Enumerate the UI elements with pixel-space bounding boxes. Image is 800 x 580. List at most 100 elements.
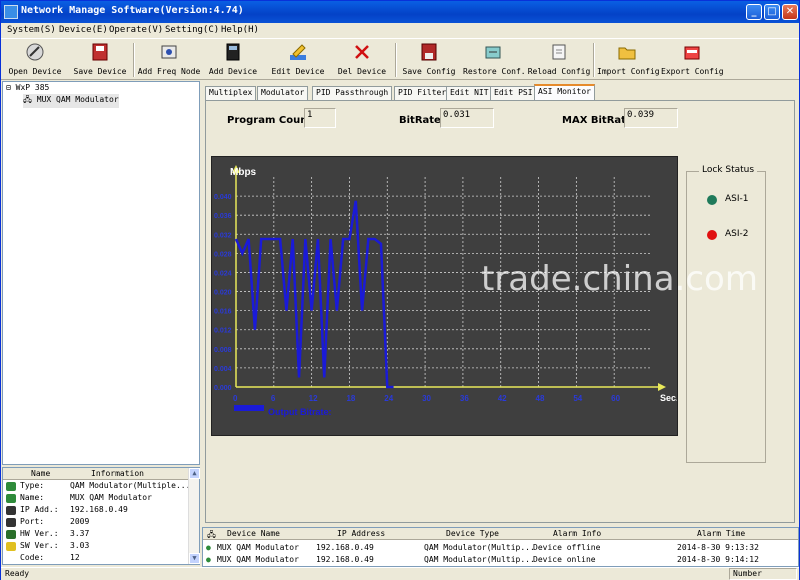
maximize-button[interactable]: □ [764,4,780,20]
info-header: Name Information [3,468,189,480]
info-row[interactable]: SW Ver.: 3.03 [3,541,189,552]
tab-asi-monitor[interactable]: ASI Monitor [534,84,595,101]
menu-help[interactable]: Help(H) [221,25,259,35]
tree-item-device[interactable]: 🖧 MUX QAM Modulator [23,94,119,108]
info-key: HW Ver.: [20,529,59,538]
main-pane: Multiplex Modulator PID Passthrough PID … [202,81,799,525]
save-config-label: Save Config [402,67,456,76]
y-tick-label: 0.020 [214,290,232,297]
bitrate-chart-svg: Mbps Sec. 0.040 0.036 0.032 0.028 0.024 0.020 0.… [214,165,679,417]
device-status-icon: ● [206,555,211,564]
scroll-down-icon[interactable]: ▼ [189,553,200,564]
reload-config-button[interactable]: Reload Config [527,41,591,79]
menu-bar: System(S) Device(E) Operate(V) Setting(C… [1,23,799,38]
info-row[interactable]: IP Add.: 192.168.0.49 [3,505,189,516]
tab-pid-filter[interactable]: PID Filter [394,86,451,100]
alarm-row[interactable]: ● MUX QAM Modulator 192.168.0.49 QAM Mod… [203,542,788,554]
add-freq-node-icon [161,45,177,59]
toolbar-separator [593,43,595,77]
info-scrollbar[interactable]: ▲ ▼ [188,468,200,564]
menu-operate[interactable]: Operate(V) [109,25,163,35]
status-number: Number [733,569,762,578]
tree-root[interactable]: ⊟ WxP 385 [6,83,49,92]
export-config-icon [684,46,700,60]
tab-modulator[interactable]: Modulator [257,86,309,100]
export-config-button[interactable]: Export Config [661,41,724,79]
alarm-row[interactable]: ● MUX QAM Modulator 192.168.0.49 QAM Mod… [203,554,788,566]
x-axis-arrow-icon [658,383,666,391]
tree-device-label: MUX QAM Modulator [36,95,119,104]
open-device-button[interactable]: Open Device [5,41,65,79]
x-tick-label: 36 [460,394,469,403]
restore-config-button[interactable]: Restore Conf. [463,41,526,79]
open-device-label: Open Device [8,67,62,76]
info-header-information[interactable]: Information [91,469,144,478]
y-tick-label: 0.012 [214,328,232,335]
legend-label: Output Bitrate: [268,407,332,417]
bitrate-chart: Mbps Sec. 0.040 0.036 0.032 0.028 0.024 0.020 0.… [211,156,679,436]
close-button[interactable]: ✕ [782,4,798,20]
title-bar[interactable]: Network Manage Software(Version:4.74) _ … [1,1,799,23]
info-key: SW Ver.: [20,541,59,550]
add-freq-node-label: Add Freq Node [137,67,201,76]
tab-pid-passthrough[interactable]: PID Passthrough [312,86,393,100]
minimize-button[interactable]: _ [746,4,762,20]
lock-status-group: Lock Status ASI-1 ASI-2 [686,165,766,463]
alarm-header: 🖧 Device Name IP Address Device Type Ala… [203,528,798,540]
alarm-time: 2014-8-30 9:13:32 [677,543,759,552]
asi1-status-led-icon [707,195,717,205]
save-config-icon [421,43,437,61]
add-device-label: Add Device [208,67,258,76]
info-row[interactable]: HW Ver.: 3.37 [3,529,189,540]
alarm-time: 2014-8-30 9:14:12 [677,555,759,564]
import-config-label: Import Config [597,67,660,76]
info-key: Type: [20,481,45,490]
legend-swatch [234,405,264,411]
toolbar: Open Device Save Device Add Freq Node Ad… [1,38,799,80]
add-device-button[interactable]: Add Device [205,41,261,79]
alarm-col-alarm-time[interactable]: Alarm Time [697,529,745,538]
edit-device-icon [290,44,306,60]
tab-edit-psi[interactable]: Edit PSI [490,86,537,100]
alarm-list: 🖧 Device Name IP Address Device Type Ala… [202,527,799,567]
y-tick-label: 0.036 [214,213,232,220]
alarm-col-device-type[interactable]: Device Type [446,529,499,538]
y-tick-label: 0.024 [214,270,232,277]
x-tick-label: 24 [384,394,393,403]
status-number-panel: Number [729,568,797,580]
menu-device[interactable]: Device(E) [59,25,108,35]
info-row[interactable]: Type: QAM Modulator(Multiple... [3,481,191,492]
edit-device-label: Edit Device [271,67,325,76]
info-header-name[interactable]: Name [31,469,50,478]
open-device-icon [26,43,44,61]
tab-multiplex[interactable]: Multiplex [205,86,257,100]
y-tick-label: 0.032 [214,232,232,239]
scroll-up-icon[interactable]: ▲ [189,468,200,479]
info-value: QAM Modulator(Multiple... [70,481,191,490]
add-freq-node-button[interactable]: Add Freq Node [137,41,201,79]
info-row[interactable]: Port: 2009 [3,517,189,528]
x-tick-label: 6 [271,394,276,403]
reload-config-icon [552,44,566,60]
save-device-icon [92,43,108,61]
app-window: Network Manage Software(Version:4.74) _ … [0,0,800,580]
save-device-button[interactable]: Save Device [69,41,131,79]
alarm-col-alarm-info[interactable]: Alarm Info [553,529,601,538]
del-device-button[interactable]: Del Device [333,41,391,79]
collapse-icon[interactable]: ⊟ [6,83,11,92]
alarm-col-device-name[interactable]: Device Name [227,529,280,538]
info-row[interactable]: Code: 12 [3,553,189,564]
type-icon [6,482,16,491]
alarm-col-ip-address[interactable]: IP Address [337,529,385,538]
tab-edit-nit[interactable]: Edit NIT [446,86,493,100]
toolbar-separator [395,43,397,77]
import-config-button[interactable]: Import Config [597,41,660,79]
edit-device-button[interactable]: Edit Device [267,41,329,79]
y-tick-label: 0.000 [214,385,232,392]
y-tick-label: 0.004 [214,366,232,373]
x-tick-label: 0 [233,394,238,403]
info-row[interactable]: Name: MUX QAM Modulator [3,493,189,504]
save-config-button[interactable]: Save Config [399,41,459,79]
menu-setting[interactable]: Setting(C) [165,25,219,35]
menu-system[interactable]: System(S) [7,25,56,35]
